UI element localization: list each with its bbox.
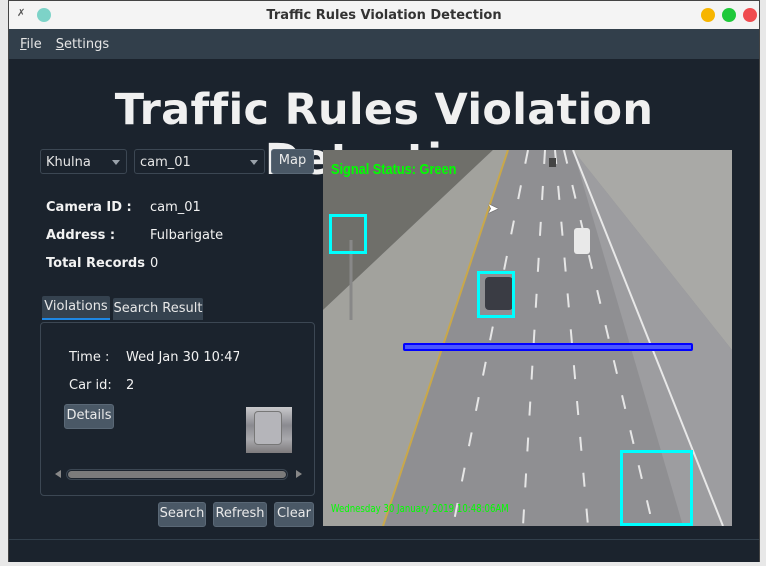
scroll-left-icon[interactable] xyxy=(55,470,61,478)
menu-bar: File Settings xyxy=(9,29,759,59)
total-records-value: 0 xyxy=(150,256,159,271)
car-id-label: Car id: xyxy=(69,378,112,393)
mouse-cursor-icon: ➤ xyxy=(487,201,499,217)
detection-box xyxy=(329,214,367,254)
signal-status: Signal Status: Green xyxy=(331,161,457,178)
details-button[interactable]: Details xyxy=(64,404,114,429)
status-bar xyxy=(9,540,759,562)
camera-id-value: cam_01 xyxy=(150,200,201,215)
pin-button[interactable] xyxy=(37,8,51,22)
violations-panel: Time : Wed Jan 30 10:47:! Car id: 2 Deta… xyxy=(40,322,315,496)
chevron-down-icon xyxy=(112,160,120,165)
close-button[interactable] xyxy=(743,8,757,22)
scrollbar-thumb[interactable] xyxy=(68,471,286,478)
clear-button[interactable]: Clear xyxy=(274,502,314,527)
main-window: ✗ Traffic Rules Violation Detection File… xyxy=(8,0,760,562)
menu-file[interactable]: File xyxy=(20,37,42,52)
tab-violations[interactable]: Violations xyxy=(42,296,110,320)
maximize-button[interactable] xyxy=(722,8,736,22)
camera-id-label: Camera ID : xyxy=(46,200,132,215)
car-id-value: 2 xyxy=(126,378,135,393)
chevron-down-icon xyxy=(250,160,258,165)
scroll-right-icon[interactable] xyxy=(296,470,302,478)
tab-search-result[interactable]: Search Result xyxy=(113,298,203,320)
refresh-button[interactable]: Refresh xyxy=(213,502,267,527)
stop-line xyxy=(403,343,693,351)
region-select[interactable]: Khulna xyxy=(40,149,127,174)
title-bar: ✗ Traffic Rules Violation Detection xyxy=(9,1,759,29)
video-timestamp: Wednesday 30 January 2019 10:48:06AM xyxy=(331,502,509,515)
car-thumbnail[interactable] xyxy=(246,407,292,453)
detection-box xyxy=(620,450,693,526)
camera-select[interactable]: cam_01 xyxy=(134,149,265,174)
map-button[interactable]: Map xyxy=(271,149,314,174)
address-label: Address : xyxy=(46,228,116,243)
total-records-label: Total Records xyxy=(46,256,145,271)
time-label: Time : xyxy=(69,350,110,365)
window-title: Traffic Rules Violation Detection xyxy=(266,7,502,23)
detection-box xyxy=(477,271,515,318)
time-value: Wed Jan 30 10:47:! xyxy=(126,350,239,365)
address-value: Fulbarigate xyxy=(150,228,224,243)
video-feed[interactable]: Signal Status: Green Wednesday 30 Januar… xyxy=(323,150,732,526)
minimize-button[interactable] xyxy=(701,8,715,22)
app-icon: ✗ xyxy=(17,8,26,19)
horizontal-scrollbar[interactable] xyxy=(66,469,288,480)
search-button[interactable]: Search xyxy=(158,502,206,527)
menu-settings[interactable]: Settings xyxy=(56,37,109,52)
